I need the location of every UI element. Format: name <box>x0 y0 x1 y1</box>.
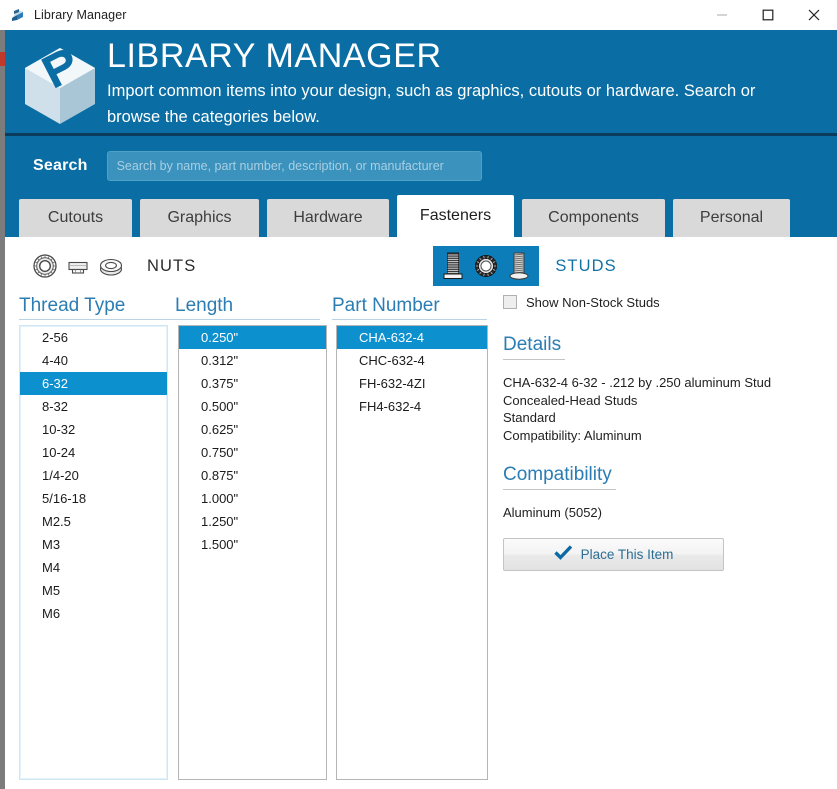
stud-top-view-icon <box>473 253 499 279</box>
list-item[interactable]: M4 <box>20 556 167 579</box>
tab-personal[interactable]: Personal <box>673 199 790 237</box>
category-icon-group <box>433 246 540 286</box>
frame-marker <box>0 52 5 66</box>
search-input[interactable] <box>106 150 482 181</box>
list-item[interactable]: 2-56 <box>20 326 167 349</box>
threaded-stud-icon <box>506 251 532 281</box>
close-button[interactable] <box>791 0 837 30</box>
minimize-button[interactable] <box>699 0 745 30</box>
details-text-block: CHA-632-4 6-32 - .212 by .250 aluminum S… <box>503 374 833 444</box>
column-header-part-number: Part Number <box>332 295 487 320</box>
column-header-thread-type-label: Thread Type <box>19 295 126 316</box>
show-nonstock-label: Show Non-Stock Studs <box>526 294 660 310</box>
list-item[interactable]: 0.312" <box>179 349 326 372</box>
detail-line: CHA-632-4 6-32 - .212 by .250 aluminum S… <box>503 375 772 390</box>
header-rule <box>19 319 177 320</box>
tab-label: Graphics <box>167 209 232 226</box>
list-item[interactable]: 6-32 <box>20 372 167 395</box>
search-label: Search <box>33 156 88 174</box>
detail-line: Standard <box>503 410 556 425</box>
category-label: NUTS <box>147 256 197 275</box>
tab-fasteners[interactable]: Fasteners <box>397 195 514 237</box>
list-item[interactable]: M3 <box>20 533 167 556</box>
knurled-nut-icon <box>32 253 58 279</box>
show-nonstock-checkbox[interactable] <box>503 295 517 309</box>
list-item[interactable]: 10-32 <box>20 418 167 441</box>
page-title: LIBRARY MANAGER <box>107 37 442 75</box>
compatibility-line: Aluminum (5052) <box>503 505 602 520</box>
list-item[interactable]: 4-40 <box>20 349 167 372</box>
column-header-part-number-label: Part Number <box>332 295 440 316</box>
category-selector: NUTSSTUDSSTAND OFFS <box>5 242 837 290</box>
tab-label: Personal <box>699 209 764 226</box>
detail-line: Concealed-Head Studs <box>503 392 638 408</box>
list-item[interactable]: CHA-632-4 <box>337 326 487 349</box>
list-item[interactable]: 0.250" <box>179 326 326 349</box>
list-item[interactable]: 0.375" <box>179 372 326 395</box>
protocase-designer-logo <box>21 38 99 130</box>
list-item[interactable]: CHC-632-4 <box>337 349 487 372</box>
library-manager-window: Library Manager LIBRARY MANAGER Import c… <box>0 0 837 789</box>
category-icon-group <box>25 246 131 286</box>
compatibility-section-header: Compatibility <box>503 464 616 490</box>
flanged-nut-icon <box>98 253 124 279</box>
list-item[interactable]: FH-632-4ZI <box>337 372 487 395</box>
tab-label: Cutouts <box>47 209 104 226</box>
content-area: NUTSSTUDSSTAND OFFS Thread Type Length P… <box>5 237 837 787</box>
list-item[interactable]: FH4-632-4 <box>337 395 487 418</box>
list-item[interactable]: 0.875" <box>179 464 326 487</box>
list-item[interactable]: 8-32 <box>20 395 167 418</box>
category-label: STUDS <box>555 256 617 275</box>
page-subtitle: Import common items into your design, su… <box>107 82 756 126</box>
list-item[interactable]: 1/4-20 <box>20 464 167 487</box>
column-header-length-label: Length <box>175 295 234 316</box>
list-item[interactable]: 1.500" <box>179 533 326 556</box>
list-item[interactable]: 1.250" <box>179 510 326 533</box>
column-header-thread-type: Thread Type <box>19 295 177 320</box>
thread-type-list[interactable]: 2-56 4-40 6-32 8-32 10-32 10-24 1/4-20 5/16-18 M… <box>19 325 168 780</box>
header-rule <box>332 319 487 320</box>
list-item[interactable]: 5/16-18 <box>20 487 167 510</box>
tab-components[interactable]: Components <box>522 199 665 237</box>
window-frame-left <box>0 30 5 789</box>
list-item[interactable]: 0.500" <box>179 395 326 418</box>
list-item[interactable]: 10-24 <box>20 441 167 464</box>
place-this-item-label: Place This Item <box>580 546 674 562</box>
compatibility-text-block: Aluminum (5052) <box>503 504 833 522</box>
length-list[interactable]: 0.250" 0.312" 0.375" 0.500" 0.625" 0.750" 0.87… <box>178 325 327 780</box>
list-item[interactable]: M6 <box>20 602 167 625</box>
place-this-item-button[interactable]: Place This Item <box>503 537 724 571</box>
list-item[interactable]: 1.000" <box>179 487 326 510</box>
list-item[interactable]: M5 <box>20 579 167 602</box>
library-manager-icon <box>10 7 26 23</box>
page-header: LIBRARY MANAGER Import common items into… <box>5 30 837 135</box>
checkmark-icon <box>553 545 573 563</box>
header-rule <box>175 319 320 320</box>
knurled-stud-icon <box>440 251 466 281</box>
list-item[interactable]: 0.750" <box>179 441 326 464</box>
search-bar: Search <box>5 136 837 195</box>
maximize-button[interactable] <box>745 0 791 30</box>
press-nut-side-icon <box>65 253 91 279</box>
details-panel: Show Non-Stock Studs Details CHA-632-4 6… <box>503 292 833 571</box>
list-item[interactable]: M2.5 <box>20 510 167 533</box>
list-item[interactable]: 0.625" <box>179 418 326 441</box>
detail-line: Compatibility: Aluminum <box>503 427 642 443</box>
category-studs[interactable]: STUDS <box>433 246 616 286</box>
title-bar: Library Manager <box>0 0 837 30</box>
tab-label: Components <box>548 209 639 226</box>
tab-label: Hardware <box>293 209 363 226</box>
window-title: Library Manager <box>34 7 127 22</box>
show-nonstock-checkbox-row[interactable]: Show Non-Stock Studs <box>503 292 833 312</box>
category-nuts[interactable]: NUTS <box>25 246 196 286</box>
tab-label: Fasteners <box>419 207 492 224</box>
tab-hardware[interactable]: Hardware <box>267 199 389 237</box>
part-number-list[interactable]: CHA-632-4 CHC-632-4 FH-632-4ZI FH4-632-4 <box>336 325 488 780</box>
header-text-block: LIBRARY MANAGER Import common items into… <box>107 34 812 130</box>
column-header-length: Length <box>175 295 320 320</box>
tab-cutouts[interactable]: Cutouts <box>19 199 132 237</box>
tab-bar: Cutouts Graphics Hardware Fasteners Componen… <box>5 195 837 237</box>
tab-graphics[interactable]: Graphics <box>140 199 259 237</box>
details-section-header: Details <box>503 334 565 360</box>
